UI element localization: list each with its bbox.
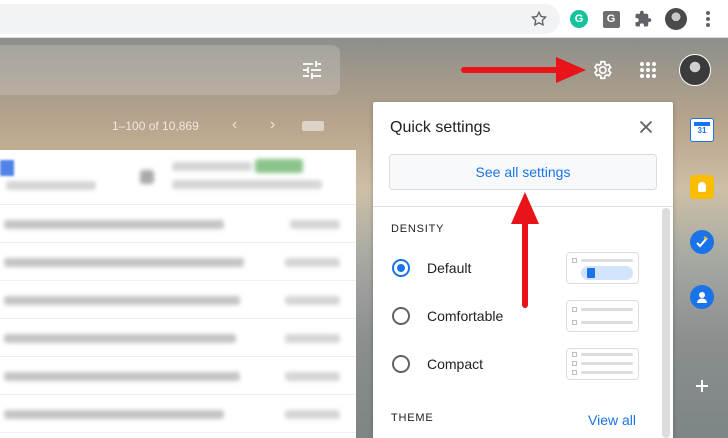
- see-all-settings-button[interactable]: See all settings: [389, 154, 657, 190]
- density-compact-radio[interactable]: [392, 355, 410, 373]
- list-item[interactable]: [0, 150, 356, 205]
- density-comfortable-preview[interactable]: [566, 300, 639, 332]
- contacts-icon[interactable]: [690, 285, 714, 309]
- density-option-label: Comfortable: [427, 308, 504, 324]
- more-vert-icon[interactable]: [696, 7, 720, 31]
- annotation-arrow-to-see-all: [511, 192, 539, 308]
- density-default-radio[interactable]: [392, 259, 410, 277]
- list-item[interactable]: [0, 357, 356, 395]
- star-icon[interactable]: [527, 7, 551, 31]
- scrollbar[interactable]: [662, 208, 670, 438]
- calendar-icon[interactable]: 31: [690, 118, 714, 142]
- list-item[interactable]: [0, 205, 356, 243]
- extensions-puzzle-icon[interactable]: [631, 7, 655, 31]
- grammarly-icon[interactable]: G: [567, 7, 591, 31]
- account-avatar[interactable]: [678, 53, 712, 87]
- density-option-label: Default: [427, 260, 472, 276]
- g-extension-icon[interactable]: G: [599, 7, 623, 31]
- annotation-arrow-to-settings: [461, 57, 586, 83]
- density-heading: DENSITY: [391, 223, 445, 235]
- list-item[interactable]: [0, 281, 356, 319]
- list-item[interactable]: [0, 395, 356, 433]
- density-default-preview[interactable]: [566, 252, 639, 284]
- search-bar[interactable]: [0, 45, 340, 95]
- input-tools-icon[interactable]: [302, 121, 324, 131]
- pagination-count: 1–100 of 10,869: [112, 119, 199, 133]
- close-icon[interactable]: [635, 116, 657, 138]
- search-options-icon[interactable]: [300, 58, 324, 82]
- density-comfortable-radio[interactable]: [392, 307, 410, 325]
- view-all-themes-link[interactable]: View all: [588, 412, 636, 428]
- address-bar[interactable]: [0, 4, 560, 34]
- apps-grid-icon[interactable]: [633, 55, 663, 85]
- mail-list: [0, 150, 356, 438]
- profile-avatar[interactable]: [664, 7, 688, 31]
- tasks-icon[interactable]: [690, 230, 714, 254]
- add-icon[interactable]: [690, 374, 714, 398]
- keep-icon[interactable]: [690, 175, 714, 199]
- chevron-right-icon[interactable]: ›: [270, 116, 275, 134]
- list-item[interactable]: [0, 243, 356, 281]
- settings-gear-icon[interactable]: [587, 55, 617, 85]
- browser-toolbar: G G: [0, 0, 728, 38]
- list-item[interactable]: [0, 319, 356, 357]
- theme-heading: THEME: [391, 412, 434, 424]
- density-compact-preview[interactable]: [566, 348, 639, 380]
- quick-settings-title: Quick settings: [390, 119, 491, 136]
- density-option-label: Compact: [427, 356, 484, 372]
- chevron-left-icon[interactable]: ‹: [232, 116, 237, 134]
